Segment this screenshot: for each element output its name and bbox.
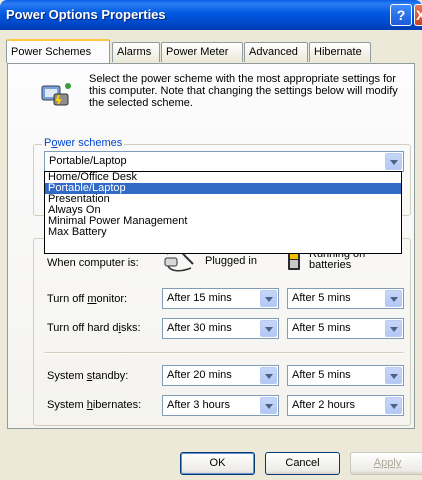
chevron-down-icon[interactable] xyxy=(385,320,402,337)
turn-off-hard-disks-label: Turn off hard disks: xyxy=(47,322,141,334)
tab-hibernate[interactable]: Hibernate xyxy=(309,42,371,62)
hard-disks-battery-value: After 5 mins xyxy=(292,322,351,334)
standby-battery-select[interactable]: After 5 mins xyxy=(287,365,404,386)
description-text: Select the power scheme with the most ap… xyxy=(89,73,398,109)
system-standby-label: System standby: xyxy=(47,370,129,382)
system-hibernates-label: System hibernates: xyxy=(47,399,142,411)
chevron-down-icon[interactable] xyxy=(385,290,402,307)
window-title: Power Options Properties xyxy=(6,7,166,22)
settings-separator xyxy=(44,352,404,354)
chevron-down-icon[interactable] xyxy=(260,397,277,414)
hibernates-battery-value: After 2 hours xyxy=(292,399,355,411)
chevron-down-icon[interactable] xyxy=(385,397,402,414)
hibernates-plugged-select[interactable]: After 3 hours xyxy=(162,395,279,416)
when-computer-is-label: When computer is: xyxy=(47,257,139,269)
chevron-down-icon[interactable] xyxy=(385,153,402,170)
standby-plugged-select[interactable]: After 20 mins xyxy=(162,365,279,386)
batteries-label: batteries xyxy=(309,259,352,271)
hibernates-battery-select[interactable]: After 2 hours xyxy=(287,395,404,416)
chevron-down-icon[interactable] xyxy=(260,367,277,384)
tab-power-schemes[interactable]: Power Schemes xyxy=(6,39,110,63)
hard-disks-plugged-select[interactable]: After 30 mins xyxy=(162,318,279,339)
chevron-down-icon[interactable] xyxy=(260,320,277,337)
monitor-plugged-select[interactable]: After 15 mins xyxy=(162,288,279,309)
tab-alarms[interactable]: Alarms xyxy=(112,42,160,62)
title-bar[interactable]: Power Options Properties ? X xyxy=(0,0,422,30)
ok-button[interactable]: OK xyxy=(180,452,255,475)
power-schemes-group-label: Power schemes xyxy=(42,137,125,149)
monitor-plugged-value: After 15 mins xyxy=(167,292,232,304)
power-scheme-value: Portable/Laptop xyxy=(49,155,127,167)
chevron-down-icon[interactable] xyxy=(260,290,277,307)
scheme-option-max-battery[interactable]: Max Battery xyxy=(45,227,401,238)
power-scheme-dropdown-list[interactable]: Home/Office Desk Portable/Laptop Present… xyxy=(44,171,402,254)
hard-disks-plugged-value: After 30 mins xyxy=(167,322,232,334)
tab-advanced[interactable]: Advanced xyxy=(244,42,308,62)
power-scheme-icon xyxy=(40,80,74,110)
monitor-battery-value: After 5 mins xyxy=(292,292,351,304)
hibernates-plugged-value: After 3 hours xyxy=(167,399,230,411)
tab-power-meter[interactable]: Power Meter xyxy=(161,42,243,62)
power-scheme-select[interactable]: Portable/Laptop xyxy=(44,151,404,172)
close-button[interactable]: X xyxy=(414,4,422,26)
standby-battery-value: After 5 mins xyxy=(292,369,351,381)
help-button[interactable]: ? xyxy=(390,4,412,26)
monitor-battery-select[interactable]: After 5 mins xyxy=(287,288,404,309)
apply-button[interactable]: Apply xyxy=(350,452,422,475)
plugged-in-label: Plugged in xyxy=(205,255,257,267)
cancel-button[interactable]: Cancel xyxy=(265,452,340,475)
chevron-down-icon[interactable] xyxy=(385,367,402,384)
turn-off-monitor-label: Turn off monitor: xyxy=(47,293,128,305)
power-options-window: Power Options Properties ? X Power Schem… xyxy=(0,0,422,480)
hard-disks-battery-select[interactable]: After 5 mins xyxy=(287,318,404,339)
standby-plugged-value: After 20 mins xyxy=(167,369,232,381)
